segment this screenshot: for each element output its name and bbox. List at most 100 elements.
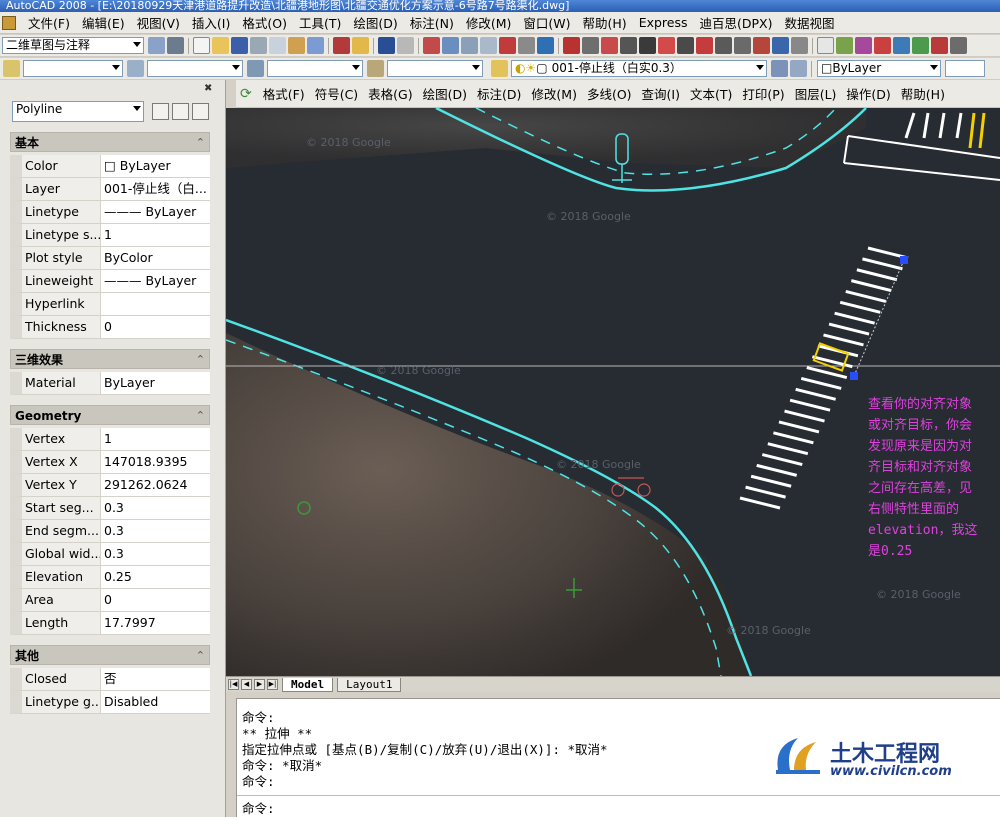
property-row[interactable]: Area 0 <box>10 589 210 612</box>
tool-b-icon[interactable] <box>582 37 599 54</box>
property-row[interactable]: Vertex 1 <box>10 428 210 451</box>
tool-l-icon[interactable] <box>772 37 789 54</box>
workspace-save-icon[interactable] <box>167 37 184 54</box>
property-value[interactable]: 0.3 <box>100 497 210 520</box>
collapse-chevron-icon[interactable]: ⌃ <box>196 350 205 370</box>
property-row[interactable]: Thickness 0 <box>10 316 210 339</box>
zoom-previous-icon[interactable] <box>480 37 497 54</box>
close-icon[interactable]: ✖ <box>204 84 214 94</box>
cmdmenu-dimension[interactable]: 标注(D) <box>472 84 526 103</box>
toggle-pickadd-icon[interactable] <box>152 103 169 120</box>
tool-g-icon[interactable] <box>677 37 694 54</box>
property-row[interactable]: Linetype s... 1 <box>10 224 210 247</box>
publish-icon[interactable] <box>288 37 305 54</box>
tool-k-icon[interactable] <box>753 37 770 54</box>
dim-style-dropdown[interactable] <box>147 60 243 77</box>
menu-dimension[interactable]: 标注(N) <box>404 13 460 32</box>
property-row[interactable]: Lineweight ——— ByLayer <box>10 270 210 293</box>
layer-manager-icon[interactable] <box>491 60 508 77</box>
cut-icon[interactable] <box>333 37 350 54</box>
menu-draw[interactable]: 绘图(D) <box>347 13 403 32</box>
design-center-icon[interactable] <box>518 37 535 54</box>
tool-n-icon[interactable] <box>817 37 834 54</box>
tool-f-icon[interactable] <box>658 37 675 54</box>
tab-layout1[interactable]: Layout1 <box>337 677 402 692</box>
property-row[interactable]: Linetype ——— ByLayer <box>10 201 210 224</box>
quick-select-icon[interactable] <box>192 103 209 120</box>
undo-icon[interactable] <box>378 37 395 54</box>
tool-u-icon[interactable] <box>950 37 967 54</box>
tool-t-icon[interactable] <box>931 37 948 54</box>
select-objects-icon[interactable] <box>172 103 189 120</box>
save-icon[interactable] <box>231 37 248 54</box>
drawing-canvas[interactable]: © 2018 Google © 2018 Google © 2018 Googl… <box>226 108 1000 676</box>
property-value[interactable]: 1 <box>100 428 210 451</box>
menu-file[interactable]: 文件(F) <box>22 13 76 32</box>
tool-e-icon[interactable] <box>639 37 656 54</box>
cmdmenu-text[interactable]: 文本(T) <box>685 84 737 103</box>
property-row[interactable]: Vertex X 147018.9395 <box>10 451 210 474</box>
menu-insert[interactable]: 插入(I) <box>186 13 236 32</box>
property-row[interactable]: Length 17.7997 <box>10 612 210 635</box>
cmdmenu-help[interactable]: 帮助(H) <box>896 84 950 103</box>
cmdmenu-operation[interactable]: 操作(D) <box>841 84 895 103</box>
menu-window[interactable]: 窗口(W) <box>517 13 576 32</box>
workspace-dropdown[interactable]: 二维草图与注释 <box>2 37 144 54</box>
redo-icon[interactable] <box>397 37 414 54</box>
help-icon[interactable] <box>537 37 554 54</box>
menu-modify[interactable]: 修改(M) <box>460 13 518 32</box>
cmdmenu-multiline[interactable]: 多线(O) <box>582 84 637 103</box>
plot-icon[interactable] <box>250 37 267 54</box>
properties-icon[interactable] <box>499 37 516 54</box>
tab-model[interactable]: Model <box>282 677 334 692</box>
tool-p-icon[interactable] <box>855 37 872 54</box>
menu-data-view[interactable]: 数据视图 <box>778 13 840 32</box>
property-row[interactable]: Global wid... 0.3 <box>10 543 210 566</box>
linetype-dropdown[interactable] <box>945 60 985 77</box>
prev-tab-icon[interactable]: ◀ <box>241 679 252 690</box>
text-style-icon[interactable] <box>3 60 20 77</box>
tool-r-icon[interactable] <box>893 37 910 54</box>
workspace-settings-icon[interactable] <box>148 37 165 54</box>
property-value[interactable]: 1 <box>100 224 210 247</box>
property-value[interactable]: 0.3 <box>100 543 210 566</box>
property-row[interactable]: End segm... 0.3 <box>10 520 210 543</box>
menu-dpx[interactable]: 迪百思(DPX) <box>694 13 779 32</box>
cmdmenu-draw[interactable]: 绘图(D) <box>418 84 472 103</box>
property-row[interactable]: Color □ ByLayer <box>10 155 210 178</box>
section-header[interactable]: 基本 ⌃ <box>10 132 210 152</box>
next-tab-icon[interactable]: ▶ <box>254 679 265 690</box>
property-value[interactable]: 0.3 <box>100 520 210 543</box>
make-current-layer-icon[interactable] <box>771 60 788 77</box>
property-value[interactable]: ByColor <box>100 247 210 270</box>
cmdmenu-format[interactable]: 格式(F) <box>258 84 310 103</box>
tool-a-icon[interactable] <box>563 37 580 54</box>
text-style-dropdown[interactable] <box>23 60 123 77</box>
cmdmenu-modify[interactable]: 修改(M) <box>526 84 582 103</box>
property-row[interactable]: Material ByLayer <box>10 372 210 395</box>
property-row[interactable]: Vertex Y 291262.0624 <box>10 474 210 497</box>
menu-help[interactable]: 帮助(H) <box>577 13 633 32</box>
tool-o-icon[interactable] <box>836 37 853 54</box>
color-dropdown[interactable]: □ByLayer <box>817 60 941 77</box>
first-tab-icon[interactable]: |◀ <box>228 679 239 690</box>
section-header[interactable]: 其他 ⌃ <box>10 645 210 665</box>
tool-j-icon[interactable] <box>734 37 751 54</box>
new-file-icon[interactable] <box>193 37 210 54</box>
property-value[interactable]: 17.7997 <box>100 612 210 635</box>
cmdmenu-query[interactable]: 查询(I) <box>637 84 685 103</box>
tool-d-icon[interactable] <box>620 37 637 54</box>
section-header[interactable]: Geometry ⌃ <box>10 405 210 425</box>
property-value[interactable]: □ ByLayer <box>100 155 210 178</box>
multileader-style-icon[interactable] <box>367 60 384 77</box>
property-row[interactable]: Plot style ByColor <box>10 247 210 270</box>
dim-style-icon[interactable] <box>127 60 144 77</box>
property-value[interactable] <box>100 293 210 316</box>
property-row[interactable]: Closed 否 <box>10 668 210 691</box>
pan-icon[interactable] <box>423 37 440 54</box>
property-row[interactable]: Elevation 0.25 <box>10 566 210 589</box>
tool-i-icon[interactable] <box>715 37 732 54</box>
match-properties-icon[interactable] <box>352 37 369 54</box>
plot-preview-icon[interactable] <box>269 37 286 54</box>
property-value[interactable]: ——— ByLayer <box>100 201 210 224</box>
